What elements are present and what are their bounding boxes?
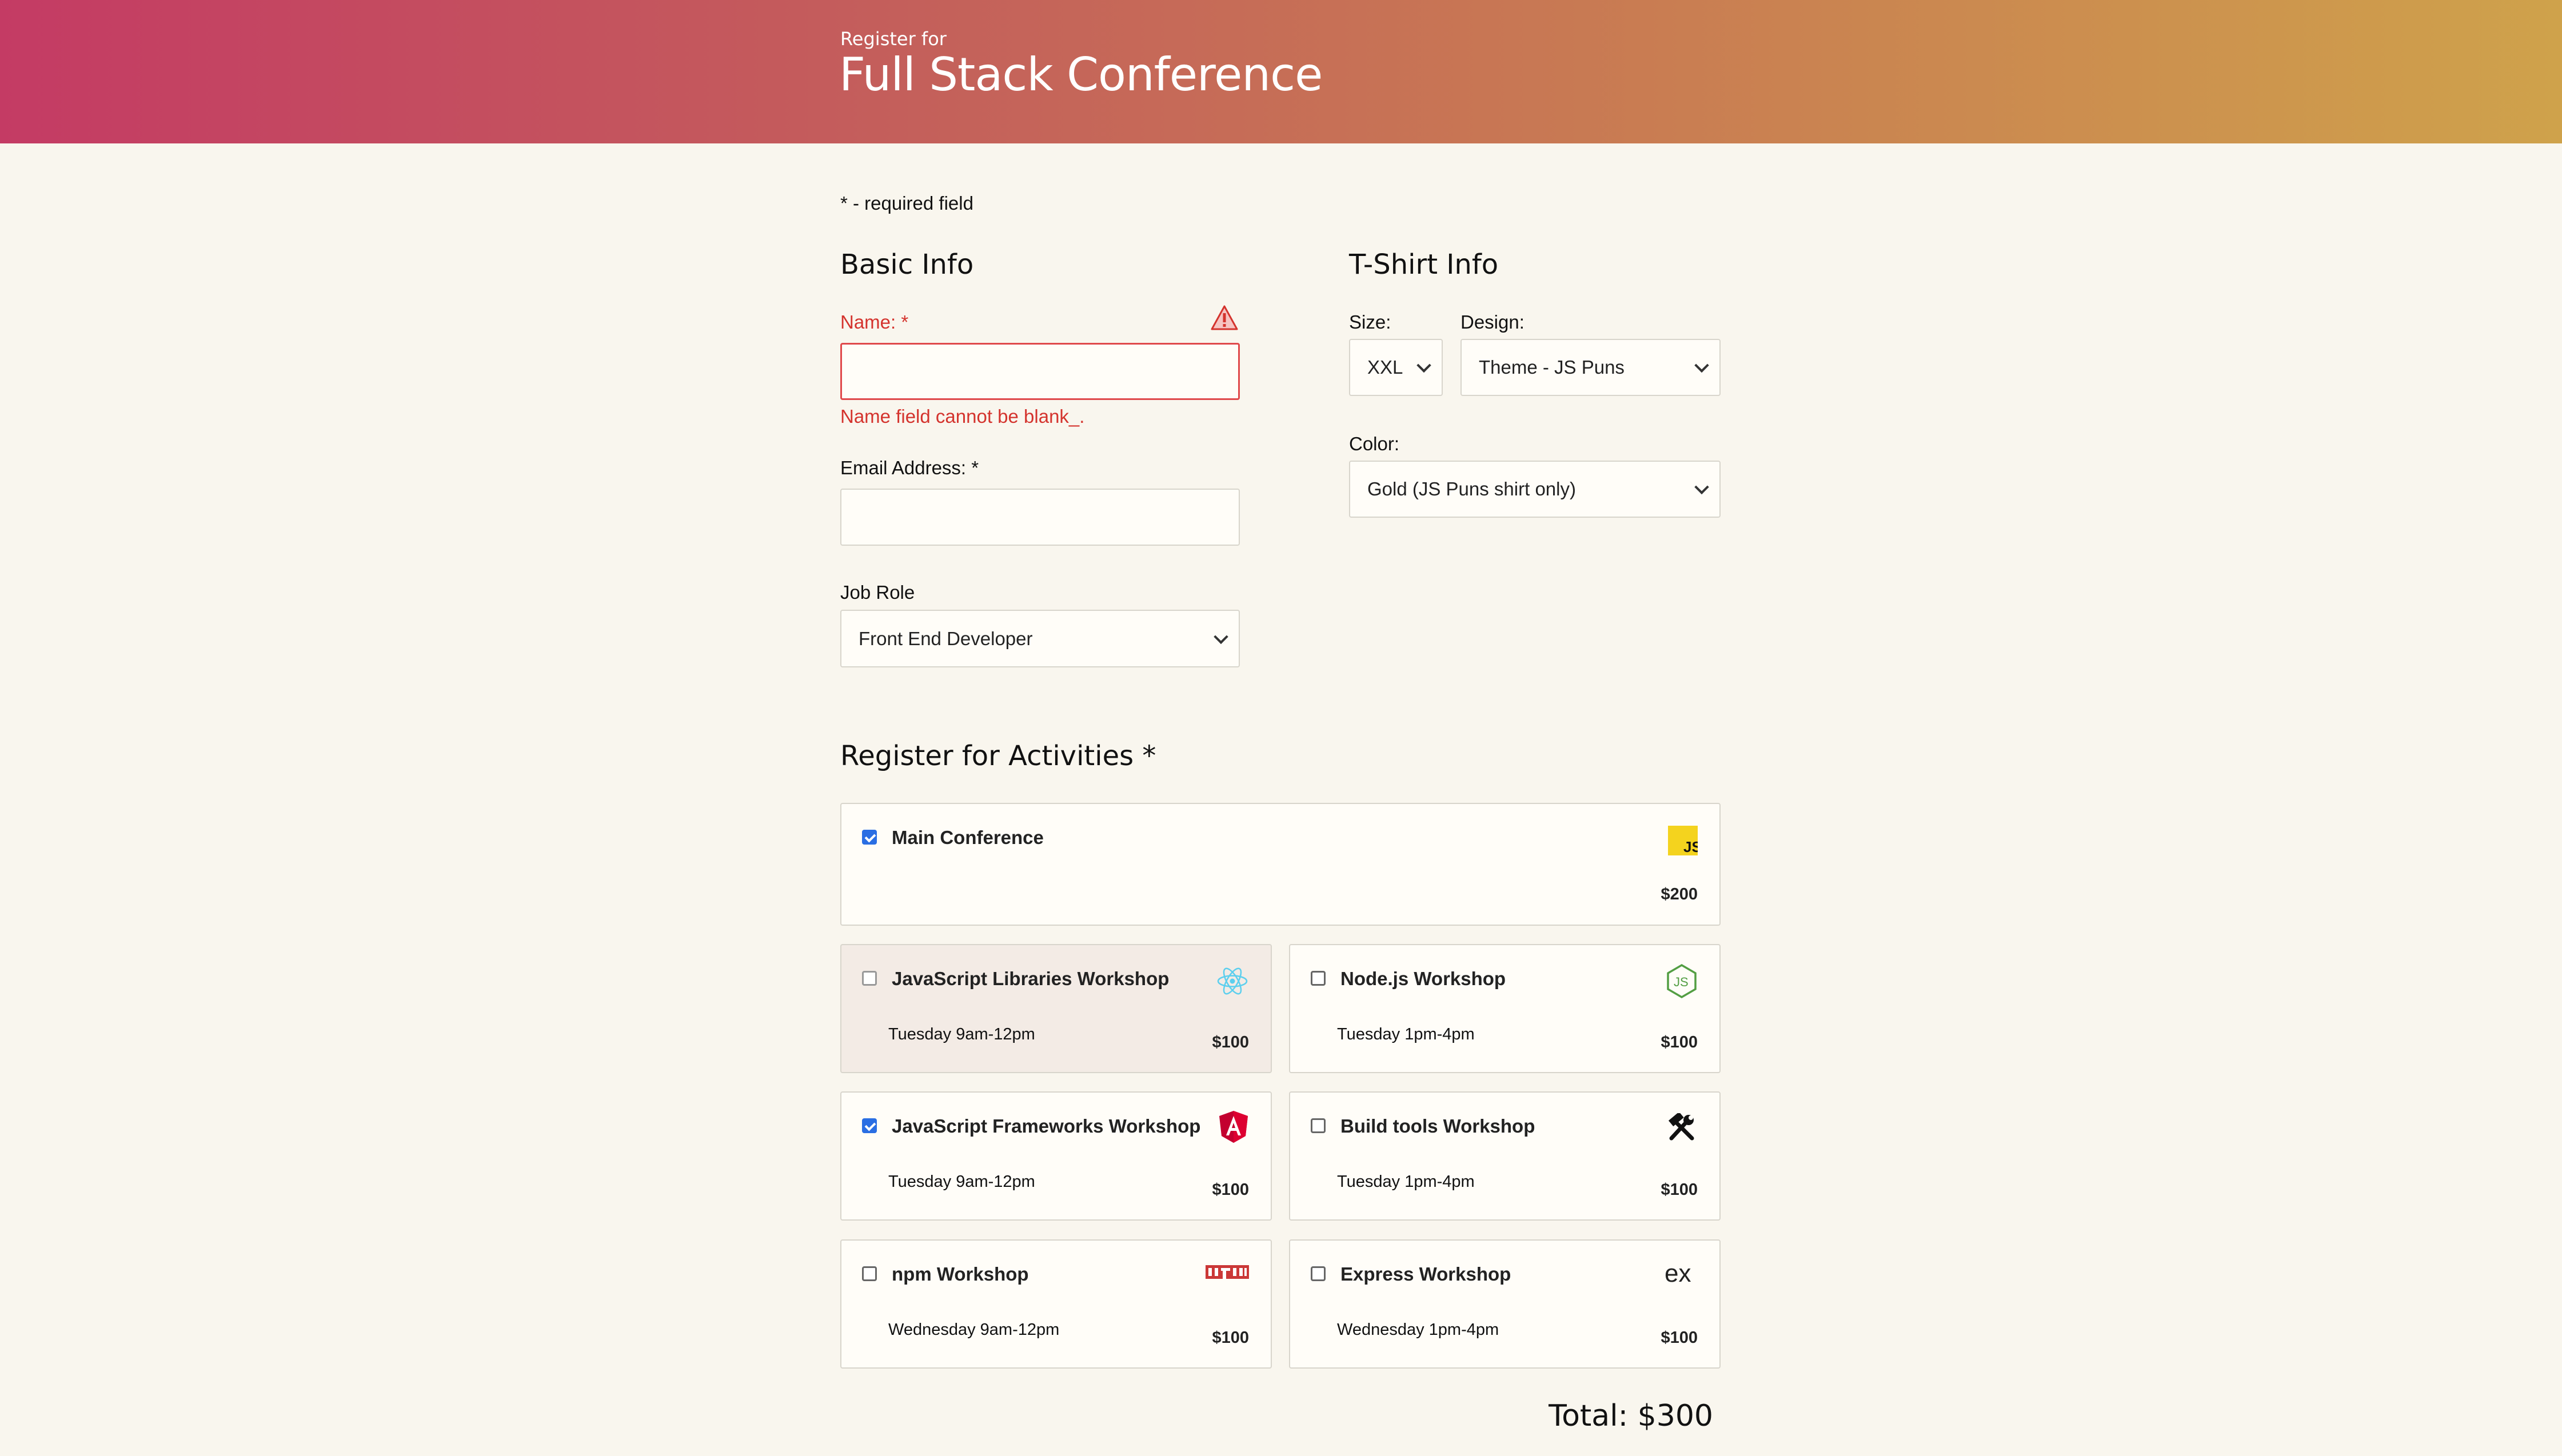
activity-checkbox[interactable] xyxy=(862,830,877,845)
activity-card-nodejs[interactable]: Node.js Workshop JS Tuesday 1pm-4pm $100 xyxy=(1289,944,1721,1073)
color-value: Gold (JS Puns shirt only) xyxy=(1367,478,1576,499)
activity-card-express[interactable]: Express Workshop ex Wednesday 1pm-4pm $1… xyxy=(1289,1239,1721,1369)
name-input[interactable] xyxy=(840,343,1240,400)
svg-text:JS: JS xyxy=(1683,838,1698,855)
name-error-message: Name field cannot be blank_. xyxy=(840,406,1085,427)
activity-checkbox[interactable] xyxy=(862,971,877,986)
activity-card-npm[interactable]: npm Workshop Wednesday 9am-12pm $100 xyxy=(840,1239,1272,1369)
design-label: Design: xyxy=(1460,311,1525,333)
nodejs-icon: JS xyxy=(1667,963,1697,999)
required-field-note: * - required field xyxy=(840,193,973,214)
size-label: Size: xyxy=(1349,311,1391,333)
activity-price: $200 xyxy=(1661,885,1698,903)
svg-text:ex: ex xyxy=(1665,1261,1691,1286)
activity-card-build-tools[interactable]: Build tools Workshop Tuesday 1pm-4pm $10… xyxy=(1289,1091,1721,1221)
chevron-down-icon xyxy=(1694,479,1709,495)
warning-icon xyxy=(1211,305,1238,330)
react-icon xyxy=(1217,967,1248,995)
activity-checkbox[interactable] xyxy=(1311,971,1326,986)
tshirt-info-title: T-Shirt Info xyxy=(1349,249,1499,281)
page-header: Register for Full Stack Conference xyxy=(0,0,2562,143)
activity-card-main-conference[interactable]: Main Conference JS $200 xyxy=(840,803,1721,926)
page-title: Full Stack Conference xyxy=(839,48,1323,101)
chevron-down-icon xyxy=(1214,629,1228,644)
activity-checkbox[interactable] xyxy=(1311,1118,1326,1133)
activities-total: Total: $300 xyxy=(1549,1399,1713,1433)
job-role-value: Front End Developer xyxy=(859,627,1033,649)
chevron-down-icon xyxy=(1416,358,1431,373)
activity-time: Tuesday 9am-12pm xyxy=(888,1173,1035,1191)
activity-price: $100 xyxy=(1212,1033,1249,1051)
email-label: Email Address: * xyxy=(840,457,979,478)
color-select[interactable]: Gold (JS Puns shirt only) xyxy=(1349,461,1721,518)
activity-name: Build tools Workshop xyxy=(1340,1115,1535,1137)
activity-name: JavaScript Frameworks Workshop xyxy=(892,1115,1201,1137)
activity-checkbox[interactable] xyxy=(1311,1266,1326,1281)
activity-time: Wednesday 1pm-4pm xyxy=(1337,1321,1499,1339)
size-value: XXL xyxy=(1367,357,1403,378)
chevron-down-icon xyxy=(1694,358,1709,373)
email-input[interactable] xyxy=(840,489,1240,546)
activity-price: $100 xyxy=(1661,1033,1698,1051)
activity-card-js-libraries[interactable]: JavaScript Libraries Workshop Tuesday 9a… xyxy=(840,944,1272,1073)
activity-time: Tuesday 1pm-4pm xyxy=(1337,1025,1475,1043)
svg-text:JS: JS xyxy=(1674,975,1689,989)
name-label: Name: * xyxy=(840,311,909,333)
job-role-select[interactable]: Front End Developer xyxy=(840,610,1240,667)
header-pretitle: Register for xyxy=(840,28,947,50)
activity-name: npm Workshop xyxy=(892,1263,1029,1285)
design-value: Theme - JS Puns xyxy=(1479,357,1625,378)
color-label: Color: xyxy=(1349,433,1400,454)
activity-price: $100 xyxy=(1212,1181,1249,1199)
activity-card-js-frameworks[interactable]: JavaScript Frameworks Workshop Tuesday 9… xyxy=(840,1091,1272,1221)
design-select[interactable]: Theme - JS Puns xyxy=(1460,339,1721,396)
activities-title: Register for Activities * xyxy=(840,740,1156,772)
activity-price: $100 xyxy=(1661,1329,1698,1347)
angular-icon xyxy=(1219,1111,1248,1143)
activity-price: $100 xyxy=(1661,1181,1698,1199)
activity-name: JavaScript Libraries Workshop xyxy=(892,968,1170,989)
js-icon: JS xyxy=(1668,826,1698,855)
activity-time: Tuesday 1pm-4pm xyxy=(1337,1173,1475,1191)
express-icon: ex xyxy=(1665,1261,1691,1286)
activity-price: $100 xyxy=(1212,1329,1249,1347)
activity-checkbox[interactable] xyxy=(862,1118,877,1133)
tools-icon xyxy=(1668,1113,1694,1141)
activity-time: Tuesday 9am-12pm xyxy=(888,1025,1035,1043)
npm-icon xyxy=(1206,1265,1249,1279)
activity-time: Wednesday 9am-12pm xyxy=(888,1321,1060,1339)
activity-name: Node.js Workshop xyxy=(1340,968,1506,989)
activity-name: Express Workshop xyxy=(1340,1263,1511,1285)
activity-name: Main Conference xyxy=(892,827,1044,848)
job-role-label: Job Role xyxy=(840,582,915,603)
activity-checkbox[interactable] xyxy=(862,1266,877,1281)
size-select[interactable]: XXL xyxy=(1349,339,1443,396)
basic-info-title: Basic Info xyxy=(840,249,974,281)
